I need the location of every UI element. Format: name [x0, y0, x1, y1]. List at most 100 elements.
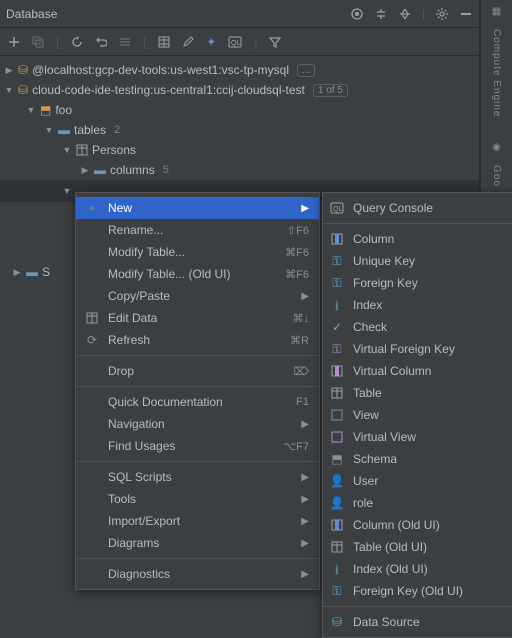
- columns-folder-row[interactable]: ▶ ▬ columns 5: [0, 160, 479, 180]
- submenu-query-console[interactable]: QLQuery Console⇧⌘: [323, 197, 512, 219]
- table-icon: [76, 144, 88, 156]
- ds1-badge: ...: [297, 64, 315, 77]
- submenu-role[interactable]: 👤role: [323, 492, 512, 514]
- columns-count: 5: [163, 164, 169, 176]
- submenu-vcol[interactable]: Virtual Column: [323, 360, 512, 382]
- column-icon: [329, 233, 345, 245]
- collapsed-label: S: [42, 265, 50, 279]
- menu-refresh[interactable]: ⟳Refresh⌘R: [76, 329, 319, 351]
- ds2-label: cloud-code-ide-testing:us-central1:ccij-…: [32, 83, 305, 97]
- submenu-tbl-old[interactable]: Table (Old UI): [323, 536, 512, 558]
- hide-icon[interactable]: [459, 7, 473, 21]
- title-icons: |: [350, 7, 473, 21]
- column-icon: [329, 519, 345, 531]
- submenu-schema[interactable]: ⬒Schema: [323, 448, 512, 470]
- schema-row[interactable]: ▼ ⬒ foo: [0, 100, 479, 120]
- menu-nav[interactable]: Navigation▶: [76, 413, 319, 435]
- view-icon: [329, 431, 345, 443]
- submenu-idx-old[interactable]: i̱Index (Old UI): [323, 558, 512, 580]
- stack-icon[interactable]: [119, 36, 131, 48]
- submenu-index[interactable]: i̱Index: [323, 294, 512, 316]
- plus-icon: +: [84, 201, 100, 215]
- submenu-column[interactable]: Column: [323, 228, 512, 250]
- schema-icon: ⬒: [40, 103, 51, 117]
- menu-new[interactable]: + New ▶: [76, 197, 319, 219]
- key-icon: ⚿: [329, 254, 345, 269]
- role-icon: 👤: [329, 496, 345, 510]
- chevron-right-icon: ▶: [4, 65, 14, 76]
- chevron-down-icon: ▼: [26, 105, 36, 115]
- submenu-vfk[interactable]: ⚿Virtual Foreign Key: [323, 338, 512, 360]
- table-icon: [84, 312, 100, 324]
- user-icon: 👤: [329, 474, 345, 488]
- sidebar-item-goo[interactable]: Goo: [491, 165, 502, 187]
- stop-icon[interactable]: [350, 7, 364, 21]
- table-icon: [329, 541, 345, 553]
- submenu-datasource[interactable]: ⛁Data Source: [323, 611, 512, 633]
- menu-edit-data[interactable]: Edit Data⌘↓: [76, 307, 319, 329]
- tables-label: tables: [74, 123, 106, 137]
- submenu-vview[interactable]: Virtual View: [323, 426, 512, 448]
- submenu-user[interactable]: 👤User: [323, 470, 512, 492]
- submenu-table[interactable]: Table: [323, 382, 512, 404]
- schema-icon: ⬒: [329, 452, 345, 466]
- index-icon: i̱: [329, 298, 345, 312]
- submenu-check[interactable]: ✓Check: [323, 316, 512, 338]
- menu-modify[interactable]: Modify Table...⌘F6: [76, 241, 319, 263]
- menu-drop[interactable]: Drop⌦: [76, 360, 319, 382]
- chevron-right-icon: ▶: [80, 165, 90, 176]
- menu-qdoc[interactable]: Quick DocumentationF1: [76, 391, 319, 413]
- column-icon: [329, 365, 345, 377]
- key-icon: ⚿: [329, 342, 345, 357]
- menu-modify-old[interactable]: Modify Table... (Old UI)⌘F6: [76, 263, 319, 285]
- submenu-new: QLQuery Console⇧⌘ Column ⚿Unique Key ⚿Fo…: [322, 192, 512, 638]
- refresh-icon[interactable]: [71, 36, 83, 48]
- revert-icon[interactable]: [95, 36, 107, 48]
- compute-engine-icon[interactable]: ▦: [492, 6, 501, 17]
- tables-folder-row[interactable]: ▼ ▬ tables 2: [0, 120, 479, 140]
- title-bar: Database |: [0, 0, 479, 28]
- toolbar: | | ✦ QL |: [0, 28, 479, 56]
- index-icon: i̱: [329, 562, 345, 576]
- svg-text:QL: QL: [333, 206, 342, 213]
- ds1-label: @localhost:gcp-dev-tools:us-west1:vsc-tp…: [32, 63, 289, 77]
- gear-icon[interactable]: [435, 7, 449, 21]
- console-icon[interactable]: QL: [228, 36, 242, 48]
- ds2-badge: 1 of 5: [313, 84, 348, 97]
- menu-copy[interactable]: Copy/Paste▶: [76, 285, 319, 307]
- submenu-col-old[interactable]: Column (Old UI): [323, 514, 512, 536]
- svg-text:QL: QL: [231, 40, 240, 47]
- datasource-icon: ⛁: [329, 615, 345, 629]
- collapse-icon[interactable]: [374, 7, 388, 21]
- submenu-uniquekey[interactable]: ⚿Unique Key: [323, 250, 512, 272]
- add-icon[interactable]: [8, 36, 20, 48]
- ds-row-2[interactable]: ▼ ⛁ cloud-code-ide-testing:us-central1:c…: [0, 80, 479, 100]
- schema-label: foo: [55, 103, 72, 117]
- filter-icon[interactable]: [269, 36, 281, 48]
- menu-diagnostics[interactable]: Diagnostics▶: [76, 563, 319, 585]
- menu-rename[interactable]: Rename...⇧F6: [76, 219, 319, 241]
- submenu-view[interactable]: View: [323, 404, 512, 426]
- table-row-persons[interactable]: ▼ Persons: [0, 140, 479, 160]
- view-icon: [329, 409, 345, 421]
- menu-tools[interactable]: Tools▶: [76, 488, 319, 510]
- submenu-foreignkey[interactable]: ⚿Foreign Key: [323, 272, 512, 294]
- submenu-fk-old[interactable]: ⚿Foreign Key (Old UI): [323, 580, 512, 602]
- google-icon[interactable]: ◉: [492, 142, 501, 153]
- edit-icon[interactable]: [182, 36, 194, 48]
- chevron-down-icon: ▼: [62, 145, 72, 155]
- key-icon: ⚿: [329, 584, 345, 599]
- split-icon[interactable]: [398, 7, 412, 21]
- menu-impexp[interactable]: Import/Export▶: [76, 510, 319, 532]
- ds-row-1[interactable]: ▶ ⛁ @localhost:gcp-dev-tools:us-west1:vs…: [0, 60, 479, 80]
- copy-icon[interactable]: [32, 36, 44, 48]
- menu-diagrams[interactable]: Diagrams▶: [76, 532, 319, 554]
- table-name: Persons: [92, 143, 136, 157]
- jump-icon[interactable]: ✦: [206, 35, 216, 49]
- menu-sql[interactable]: SQL Scripts▶: [76, 466, 319, 488]
- menu-find[interactable]: Find Usages⌥F7: [76, 435, 319, 457]
- chevron-right-icon: ▶: [12, 267, 22, 278]
- sidebar-item-compute[interactable]: Compute Engine: [491, 29, 502, 118]
- console-icon: QL: [329, 202, 345, 214]
- table-icon[interactable]: [158, 36, 170, 48]
